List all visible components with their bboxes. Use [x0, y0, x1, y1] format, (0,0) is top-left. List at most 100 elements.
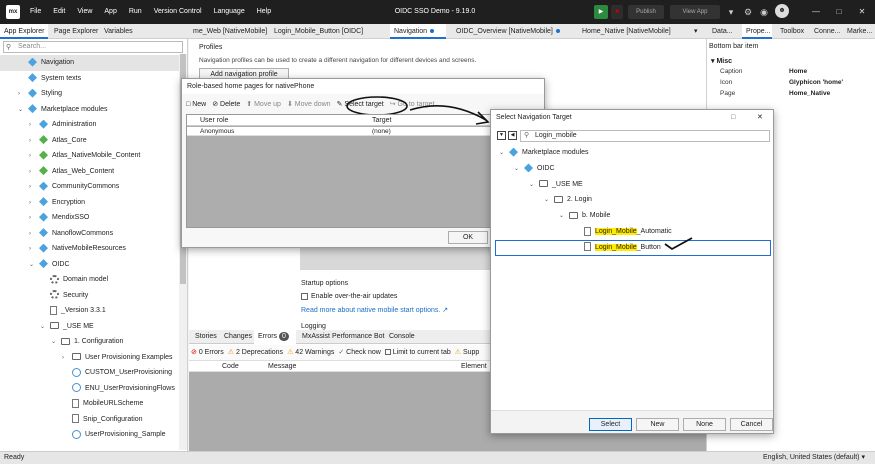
- column-code[interactable]: Code: [222, 361, 239, 372]
- tree-item[interactable]: › Encryption: [0, 195, 180, 211]
- tab-navigation[interactable]: Navigation: [390, 24, 446, 39]
- tree-twisty-icon[interactable]: ›: [18, 87, 28, 103]
- tab-variables[interactable]: Variables: [100, 24, 140, 39]
- maximize-icon[interactable]: □: [731, 110, 735, 125]
- tab-home-native[interactable]: Home_Native [NativeMobile]: [578, 24, 678, 39]
- tree-item[interactable]: ENU_UserProvisioningFlows: [0, 381, 180, 397]
- tab-marketplace[interactable]: Marke...: [843, 24, 875, 39]
- nav-tree-item[interactable]: ⌄ Marketplace modules: [491, 145, 771, 161]
- tab-mxassist-performance-bot[interactable]: MxAssist Performance Bot: [298, 330, 388, 344]
- tab-stories[interactable]: Stories: [191, 330, 221, 344]
- filter-suppressed[interactable]: ⚠ Supp: [455, 348, 480, 356]
- properties-section-misc[interactable]: ▾ Misc: [711, 57, 732, 65]
- menu-file[interactable]: File: [30, 0, 41, 24]
- tree-item[interactable]: ⌄ OIDC: [0, 257, 180, 273]
- tree-item[interactable]: › CommunityCommons: [0, 179, 180, 195]
- column-message[interactable]: Message: [268, 361, 296, 372]
- tree-twisty-icon[interactable]: ⌄: [40, 320, 50, 336]
- nav-tree-item[interactable]: ⌄ 2. Login: [491, 192, 771, 208]
- tree-item[interactable]: _Version 3.3.1: [0, 303, 180, 319]
- nav-tree-item[interactable]: Login_Mobile_Automatic: [491, 224, 771, 240]
- tree-item[interactable]: Navigation: [0, 55, 180, 71]
- tree-item[interactable]: ⌄ _USE ME: [0, 319, 180, 335]
- tree-twisty-icon[interactable]: ›: [29, 149, 39, 165]
- nav-search-input[interactable]: Login_mobile: [520, 130, 770, 142]
- tree-item[interactable]: Domain model: [0, 272, 180, 288]
- tree-item[interactable]: › User Provisioning Examples: [0, 350, 180, 366]
- tab-oidc-overview[interactable]: OIDC_Overview [NativeMobile]: [452, 24, 569, 39]
- select-button[interactable]: Select: [589, 418, 632, 431]
- new-page-button[interactable]: New: [636, 418, 679, 431]
- check-now-button[interactable]: ✓ Check now: [338, 348, 380, 356]
- menu-app[interactable]: App: [104, 0, 116, 24]
- tree-twisty-icon[interactable]: ›: [29, 211, 39, 227]
- limit-checkbox[interactable]: [384, 348, 391, 355]
- tree-item[interactable]: › Administration: [0, 117, 180, 133]
- tree-twisty-icon[interactable]: ⌄: [51, 335, 61, 351]
- tree-item[interactable]: › Styling: [0, 86, 180, 102]
- property-caption[interactable]: Caption Home: [707, 67, 875, 76]
- view-app-button[interactable]: View App: [670, 5, 720, 19]
- close-icon[interactable]: ✕: [757, 110, 763, 125]
- tree-twisty-icon[interactable]: ›: [29, 180, 39, 196]
- stop-icon[interactable]: ■: [611, 5, 623, 19]
- tree-twisty-icon[interactable]: ⌄: [544, 193, 554, 209]
- delete-button[interactable]: ⊘ Delete: [212, 100, 240, 108]
- tree-twisty-icon[interactable]: ⌄: [559, 209, 569, 225]
- tree-twisty-icon[interactable]: ⌄: [529, 178, 539, 194]
- tab-toolbox[interactable]: Toolbox: [776, 24, 806, 39]
- tab-changes[interactable]: Changes: [220, 330, 256, 344]
- cancel-button[interactable]: Cancel: [730, 418, 773, 431]
- status-language[interactable]: English, United States (default) ▾: [763, 452, 865, 464]
- tree-item[interactable]: Security: [0, 288, 180, 304]
- none-button[interactable]: None: [683, 418, 726, 431]
- filter-errors[interactable]: ⊘ 0 Errors: [191, 348, 224, 356]
- tab-data[interactable]: Data...: [708, 24, 734, 39]
- dropdown-chevron-icon[interactable]: ▾: [724, 5, 738, 19]
- tree-item[interactable]: › Atlas_NativeMobile_Content: [0, 148, 180, 164]
- notification-bell-icon[interactable]: ◉: [757, 5, 771, 19]
- property-icon[interactable]: Icon Glyphicon 'home': [707, 78, 875, 87]
- menu-language[interactable]: Language: [214, 0, 245, 24]
- tree-twisty-icon[interactable]: ›: [29, 165, 39, 181]
- nav-tree-item[interactable]: ⌄ OIDC: [491, 161, 771, 177]
- column-element[interactable]: Element: [461, 361, 487, 372]
- tab-app-explorer[interactable]: App Explorer: [0, 24, 48, 39]
- move-down-button[interactable]: ⬇ Move down: [287, 100, 331, 108]
- move-up-button[interactable]: ⬆ Move up: [246, 100, 281, 108]
- tree-item[interactable]: UserProvisioning_Sample: [0, 427, 180, 443]
- tree-twisty-icon[interactable]: ›: [29, 242, 39, 258]
- tree-item[interactable]: ⌄ Marketplace modules: [0, 102, 180, 118]
- column-user-role[interactable]: User role: [200, 117, 228, 124]
- tab-properties[interactable]: Prope...: [742, 24, 772, 39]
- tree-twisty-icon[interactable]: ›: [29, 118, 39, 134]
- run-icon[interactable]: ▶: [594, 5, 608, 19]
- settings-gear-icon[interactable]: ⚙: [741, 5, 755, 19]
- app-explorer-search-input[interactable]: Search...: [3, 41, 183, 53]
- tree-item[interactable]: › Atlas_Web_Content: [0, 164, 180, 180]
- tree-item[interactable]: › Atlas_Core: [0, 133, 180, 149]
- menu-edit[interactable]: Edit: [53, 0, 65, 24]
- publish-button[interactable]: Publish: [628, 5, 664, 19]
- tab-console[interactable]: Console: [385, 330, 419, 344]
- tab-me-web[interactable]: me_Web [NativeMobile]: [189, 24, 269, 39]
- tree-twisty-icon[interactable]: ›: [62, 351, 72, 367]
- tree-item[interactable]: Snip_Configuration: [0, 412, 180, 428]
- menu-view[interactable]: View: [77, 0, 92, 24]
- tree-item[interactable]: CUSTOM_UserProvisioning: [0, 365, 180, 381]
- menu-version-control[interactable]: Version Control: [154, 0, 202, 24]
- tree-twisty-icon[interactable]: ›: [29, 134, 39, 150]
- tree-twisty-icon[interactable]: ›: [29, 227, 39, 243]
- tree-twisty-icon[interactable]: ›: [29, 196, 39, 212]
- tab-errors[interactable]: Errors 0: [254, 330, 296, 344]
- tab-connector[interactable]: Conne...: [810, 24, 840, 39]
- tree-twisty-icon[interactable]: ⌄: [29, 258, 39, 274]
- tree-item[interactable]: › NativeMobileResources: [0, 241, 180, 257]
- new-button[interactable]: □ New: [186, 101, 206, 108]
- close-window-icon[interactable]: ✕: [851, 0, 873, 24]
- nav-tree-item[interactable]: ⌄ b. Mobile: [491, 208, 771, 224]
- expand-all-icon[interactable]: ▼: [497, 131, 506, 140]
- property-page[interactable]: Page Home_Native: [707, 89, 875, 98]
- filter-warnings[interactable]: ⚠ 42 Warnings: [287, 348, 334, 356]
- ota-docs-link[interactable]: Read more about native mobile start opti…: [301, 306, 448, 314]
